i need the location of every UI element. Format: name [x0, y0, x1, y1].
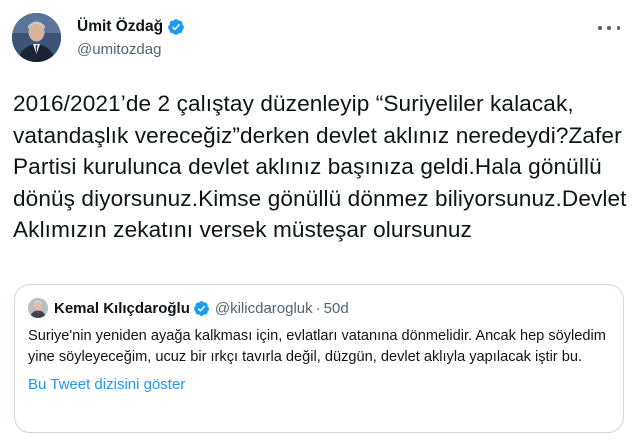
quoted-author-handle[interactable]: @kilicdarogluk: [215, 300, 313, 317]
separator-dot: ·: [315, 299, 321, 317]
author-avatar[interactable]: [12, 13, 61, 62]
author-handle[interactable]: @umitozdag: [77, 40, 185, 60]
quoted-timestamp[interactable]: 50d: [324, 300, 349, 317]
profile-photo-icon: [12, 13, 61, 62]
quoted-author-name[interactable]: Kemal Kılıçdaroğlu: [54, 300, 190, 317]
author-info: Ümit Özdağ @umitozdag: [77, 16, 185, 60]
more-options-icon[interactable]: [598, 20, 620, 36]
tweet-card: Ümit Özdağ @umitozdag 2016/2021’de 2 çal…: [0, 0, 640, 441]
quoted-tweet-text: Suriye'nin yeniden ayağa kalkması için, …: [28, 328, 606, 365]
quoted-verified-badge-icon: [193, 300, 209, 316]
quoted-tweet[interactable]: Kemal Kılıçdaroğlu @kilicdarogluk · 50d …: [14, 284, 624, 433]
show-thread-link[interactable]: Bu Tweet dizisini göster: [28, 376, 611, 393]
author-name[interactable]: Ümit Özdağ: [77, 18, 163, 36]
quoted-profile-photo-icon: [28, 298, 48, 318]
tweet-text: 2016/2021’de 2 çalıştay düzenleyip “Suri…: [13, 91, 632, 242]
quoted-author-avatar[interactable]: [28, 298, 48, 318]
verified-badge-icon: [168, 19, 185, 35]
